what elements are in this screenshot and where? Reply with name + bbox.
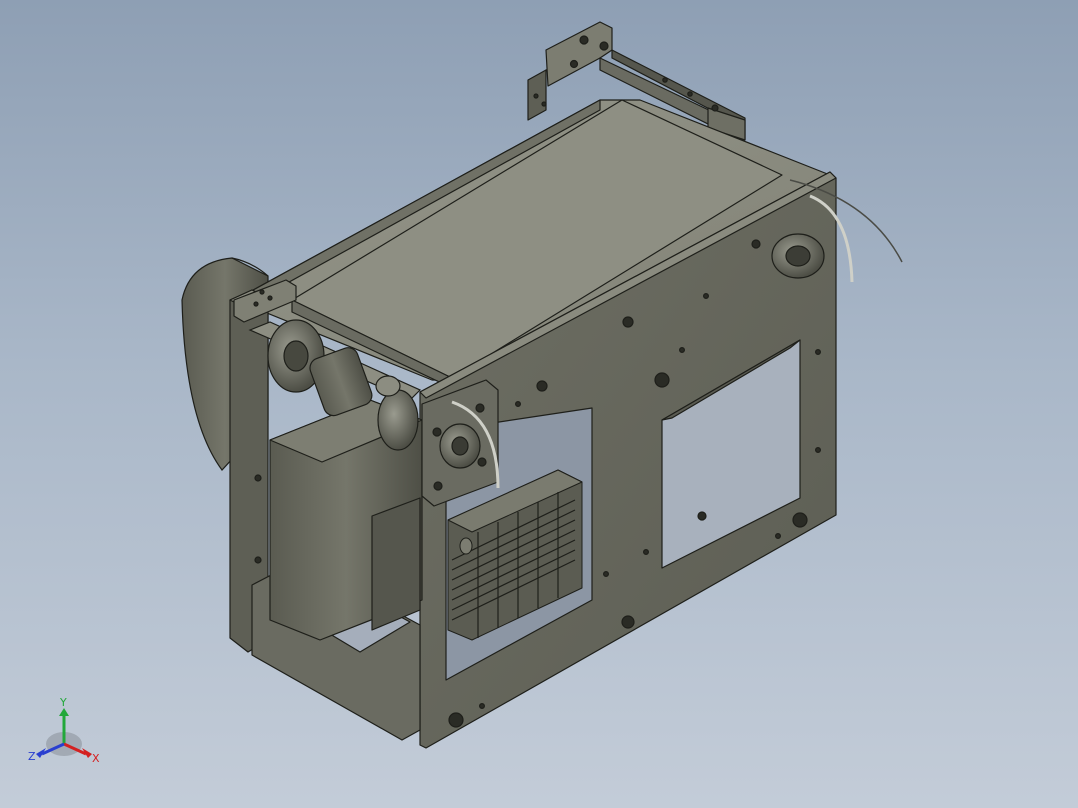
- triad-x-label: X: [92, 752, 100, 765]
- triad-y-arrow-icon: [59, 708, 69, 716]
- triad-z-label: Z: [28, 750, 36, 763]
- triad-y-label: Y: [59, 696, 67, 709]
- graphics-viewport[interactable]: Y X Z: [0, 0, 1078, 808]
- view-orientation-triad[interactable]: Y X Z: [22, 692, 112, 772]
- cad-model[interactable]: [0, 0, 1078, 808]
